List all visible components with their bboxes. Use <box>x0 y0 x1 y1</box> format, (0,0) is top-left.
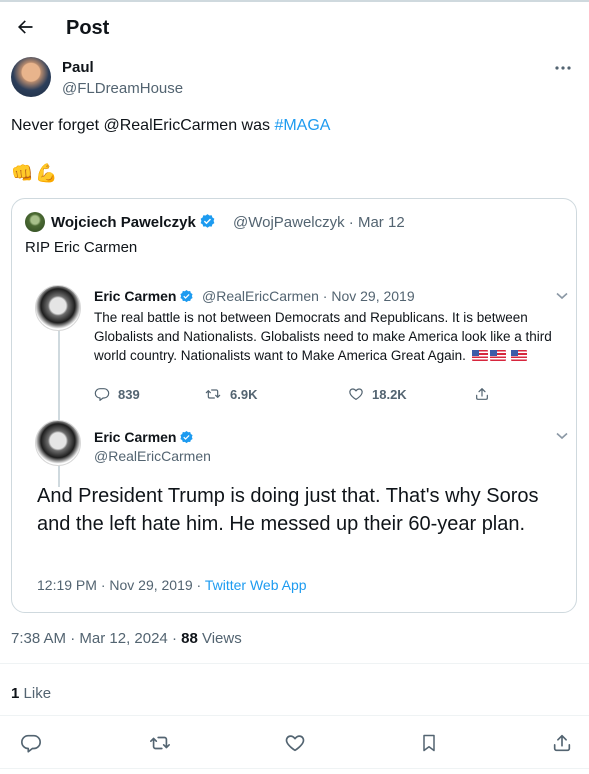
us-flag-emoji <box>471 350 488 361</box>
heart-icon <box>285 735 305 752</box>
quoted-post[interactable]: Wojciech Pawelczyk @WojPawelczyk · Mar 1… <box>11 198 577 613</box>
embed-like-count: 18.2K <box>348 386 407 402</box>
embed-like-count-value: 18.2K <box>372 386 407 402</box>
author-name[interactable]: Paul <box>62 59 94 76</box>
author-avatar[interactable] <box>11 57 51 97</box>
views-count: 88 <box>181 630 198 647</box>
divider <box>0 715 589 716</box>
likes-label: Like <box>23 685 52 702</box>
embed-reply-count: 839 <box>94 386 140 402</box>
embed-timestamp: 12:19 PM · Nov 29, 2019 · Twitter Web Ap… <box>37 577 307 593</box>
verified-badge-icon <box>200 214 215 228</box>
page-title: Post <box>66 17 110 39</box>
post-date[interactable]: Mar 12, 2024 <box>79 630 167 647</box>
bookmark-button[interactable] <box>414 728 444 758</box>
quote-author-avatar[interactable] <box>25 212 45 232</box>
chevron-down-icon <box>555 429 569 443</box>
share-icon <box>476 388 488 400</box>
back-button[interactable] <box>8 10 42 44</box>
back-arrow-icon <box>18 20 33 34</box>
share-button[interactable] <box>547 728 577 758</box>
header-bar: Post <box>0 2 589 52</box>
embed-avatar-second <box>35 420 81 466</box>
verified-badge-icon <box>180 289 194 303</box>
hashtag-link[interactable]: #MAGA <box>274 117 330 134</box>
embed-source-app: Twitter Web App <box>204 577 307 593</box>
post-emojis: 👊 💪 <box>11 163 58 184</box>
embedded-tweet-screenshot: Eric Carmen @RealEricCarmen · Nov 29, 20… <box>22 272 569 593</box>
post-time[interactable]: 7:38 AM <box>11 630 66 647</box>
embed-text-second: And President Trump is doing just that. … <box>37 485 539 535</box>
embed-text-first: The real battle is not between Democrats… <box>94 308 564 365</box>
embed-handle-date-first: @RealEricCarmen · Nov 29, 2019 <box>202 288 415 304</box>
retweet-icon <box>150 736 170 750</box>
quote-author-handle-date: @WojPawelczyk · Mar 12 <box>233 214 405 231</box>
author-handle[interactable]: @FLDreamHouse <box>62 80 183 97</box>
likes-summary[interactable]: 1 Like <box>11 685 51 702</box>
us-flag-emoji <box>489 350 506 361</box>
embed-timestamp-value: 12:19 PM · Nov 29, 2019 · <box>37 577 205 593</box>
embed-author-name-second: Eric Carmen <box>94 429 194 445</box>
fist-emoji: 👊 <box>11 163 34 183</box>
post-text: Never forget @RealEricCarmen was #MAGA <box>11 117 330 135</box>
embed-share-icon-wrap <box>474 386 490 402</box>
embed-reply-count-value: 839 <box>118 386 140 402</box>
divider <box>0 663 589 664</box>
quote-author-name-text: Wojciech Pawelczyk <box>51 214 196 231</box>
chevron-down-icon <box>555 289 569 303</box>
more-options-button[interactable] <box>551 60 575 76</box>
like-button[interactable] <box>280 728 310 758</box>
reply-icon <box>94 388 110 401</box>
embed-author-name-second-text: Eric Carmen <box>94 429 177 445</box>
embed-retweet-count-value: 6.9K <box>230 386 258 402</box>
reply-icon <box>21 734 41 753</box>
post-metadata: 7:38 AM · Mar 12, 2024 · 88 Views <box>11 630 242 647</box>
bookmark-icon <box>423 734 435 752</box>
us-flag-emoji <box>511 350 528 361</box>
post-action-bar <box>0 728 589 758</box>
quote-author-name[interactable]: Wojciech Pawelczyk <box>51 213 216 231</box>
divider <box>0 768 589 769</box>
flexed-biceps-emoji: 💪 <box>35 163 58 183</box>
views-label: Views <box>201 630 242 647</box>
verified-badge-icon <box>180 430 194 444</box>
retweet-icon <box>205 389 221 399</box>
embed-retweet-count: 6.9K <box>204 386 257 402</box>
heart-icon <box>349 388 363 400</box>
embed-author-name-first: Eric Carmen <box>94 288 194 304</box>
reply-button[interactable] <box>16 728 46 758</box>
embed-author-name-first-text: Eric Carmen <box>94 288 177 304</box>
repost-button[interactable] <box>145 728 175 758</box>
quote-text: RIP Eric Carmen <box>25 239 138 256</box>
share-icon <box>553 734 571 752</box>
likes-count: 1 <box>11 685 20 702</box>
embed-avatar-first <box>35 285 81 331</box>
embed-action-bar: 839 6.9K 18.2K <box>94 386 494 406</box>
post-text-body: Never forget @RealEricCarmen was <box>11 117 275 134</box>
embed-handle-second: @RealEricCarmen <box>94 448 211 464</box>
more-dots-icon <box>555 66 571 70</box>
